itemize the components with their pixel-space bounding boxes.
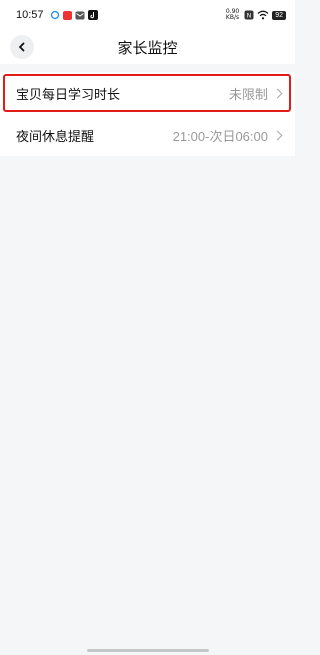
- chevron-right-icon: [272, 88, 283, 98]
- back-button[interactable]: [10, 35, 34, 59]
- status-time: 10:57: [16, 9, 44, 21]
- setting-daily-study-duration[interactable]: 宝贝每日学习时长 未限制: [0, 72, 295, 114]
- svg-text:N: N: [247, 13, 252, 20]
- settings-list: 宝贝每日学习时长 未限制 夜间休息提醒 21:00-次日06:00: [0, 72, 295, 156]
- setting-label: 夜间休息提醒: [16, 128, 95, 144]
- page-header: 家长监控: [0, 30, 295, 64]
- setting-label: 宝贝每日学习时长: [16, 86, 121, 102]
- wifi-icon: [257, 10, 269, 20]
- setting-value: 未限制: [228, 86, 268, 102]
- red-app-icon: [62, 10, 72, 20]
- status-bar: 10:57 0.90 KB/s N 92: [0, 0, 295, 30]
- page-title: 家长监控: [117, 39, 178, 57]
- tiktok-icon: [87, 10, 98, 20]
- battery-icon: 92: [272, 10, 286, 20]
- status-bar-right: 0.90 KB/s N 92: [226, 9, 286, 21]
- setting-night-rest-reminder[interactable]: 夜间休息提醒 21:00-次日06:00: [0, 114, 295, 156]
- home-indicator[interactable]: [87, 649, 209, 652]
- setting-value: 21:00-次日06:00: [172, 128, 268, 144]
- cloud-icon: [50, 10, 59, 20]
- status-bar-left: 10:57: [16, 9, 98, 21]
- setting-value-group: 未限制: [229, 84, 283, 103]
- mail-icon: [75, 11, 85, 19]
- network-speed-unit: KB/s: [225, 14, 240, 21]
- nfc-icon: N: [244, 10, 254, 20]
- setting-value-group: 21:00-次日06:00: [173, 126, 283, 145]
- chevron-right-icon: [272, 130, 283, 140]
- network-speed: 0.90 KB/s: [226, 9, 239, 21]
- chevron-left-icon: [19, 42, 25, 52]
